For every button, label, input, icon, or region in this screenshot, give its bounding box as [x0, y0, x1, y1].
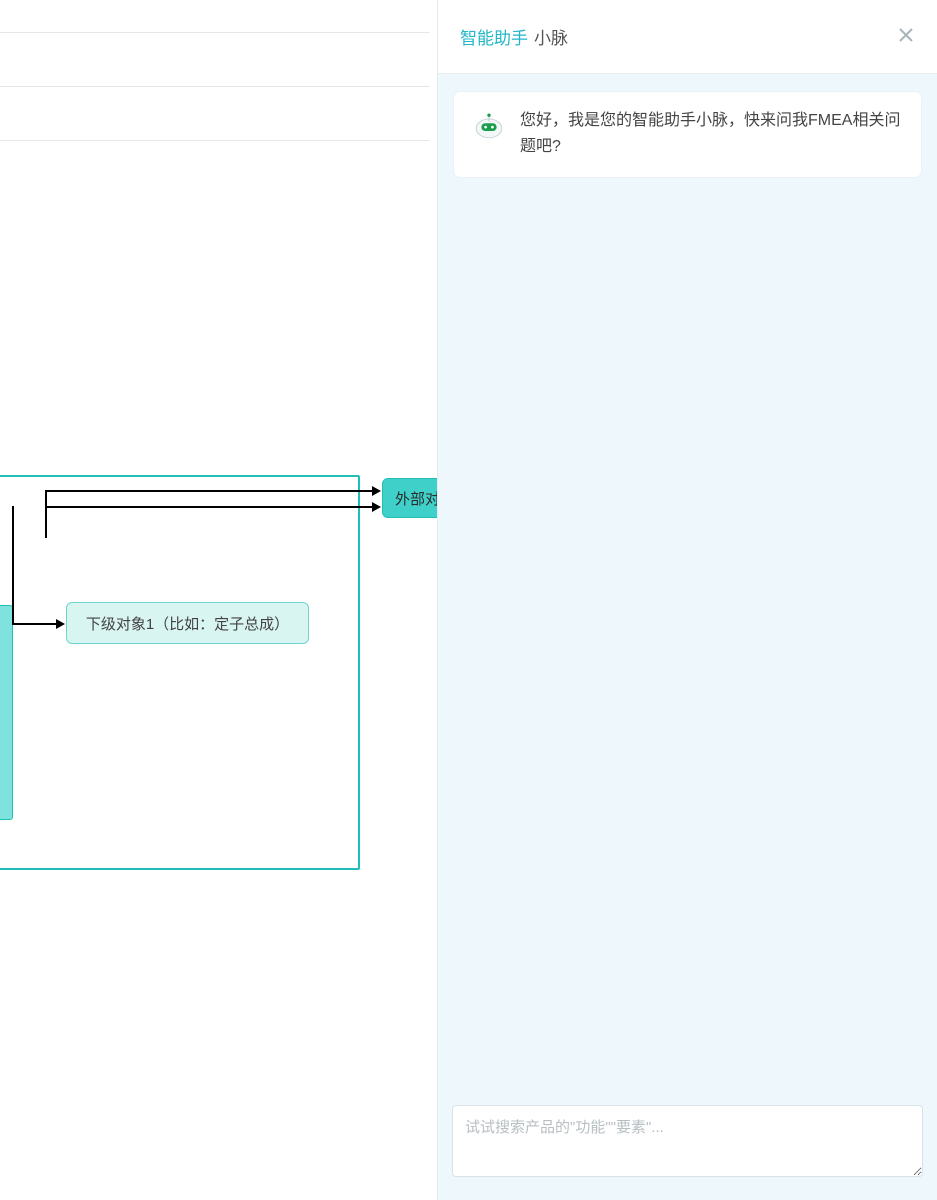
arrowhead-icon [372, 502, 381, 512]
diagram-node-sub-object[interactable]: 下级对象1（比如：定子总成） [66, 602, 309, 644]
connector-line [45, 490, 375, 492]
assistant-panel-header: 智能助手 小脉 [438, 0, 937, 74]
assistant-message: 您好，我是您的智能助手小脉，快来问我FMEA相关问题吧? [454, 92, 921, 177]
diagram-container-box[interactable] [0, 475, 360, 870]
header-divider [0, 140, 430, 141]
close-button[interactable] [893, 24, 919, 50]
connector-line [12, 623, 62, 625]
assistant-title-secondary: 小脉 [534, 24, 568, 49]
assistant-panel: 智能助手 小脉 您好，我是您的智能助手小脉，快来问我FMEA相关问题吧? [437, 0, 937, 1200]
header-divider [0, 32, 430, 33]
arrowhead-icon [56, 619, 65, 629]
bot-avatar-icon [472, 108, 506, 142]
assistant-message-text: 您好，我是您的智能助手小脉，快来问我FMEA相关问题吧? [520, 108, 903, 161]
connector-line [45, 506, 375, 508]
diagram-inner-block[interactable] [0, 605, 13, 820]
arrowhead-icon [372, 486, 381, 496]
connector-line [12, 506, 14, 624]
assistant-input[interactable] [452, 1105, 923, 1177]
header-divider [0, 86, 430, 87]
assistant-message-list: 您好，我是您的智能助手小脉，快来问我FMEA相关问题吧? [438, 74, 937, 1095]
assistant-input-area [438, 1095, 937, 1200]
close-icon [898, 27, 914, 47]
assistant-title-primary: 智能助手 [460, 24, 528, 49]
connector-line [45, 490, 47, 538]
